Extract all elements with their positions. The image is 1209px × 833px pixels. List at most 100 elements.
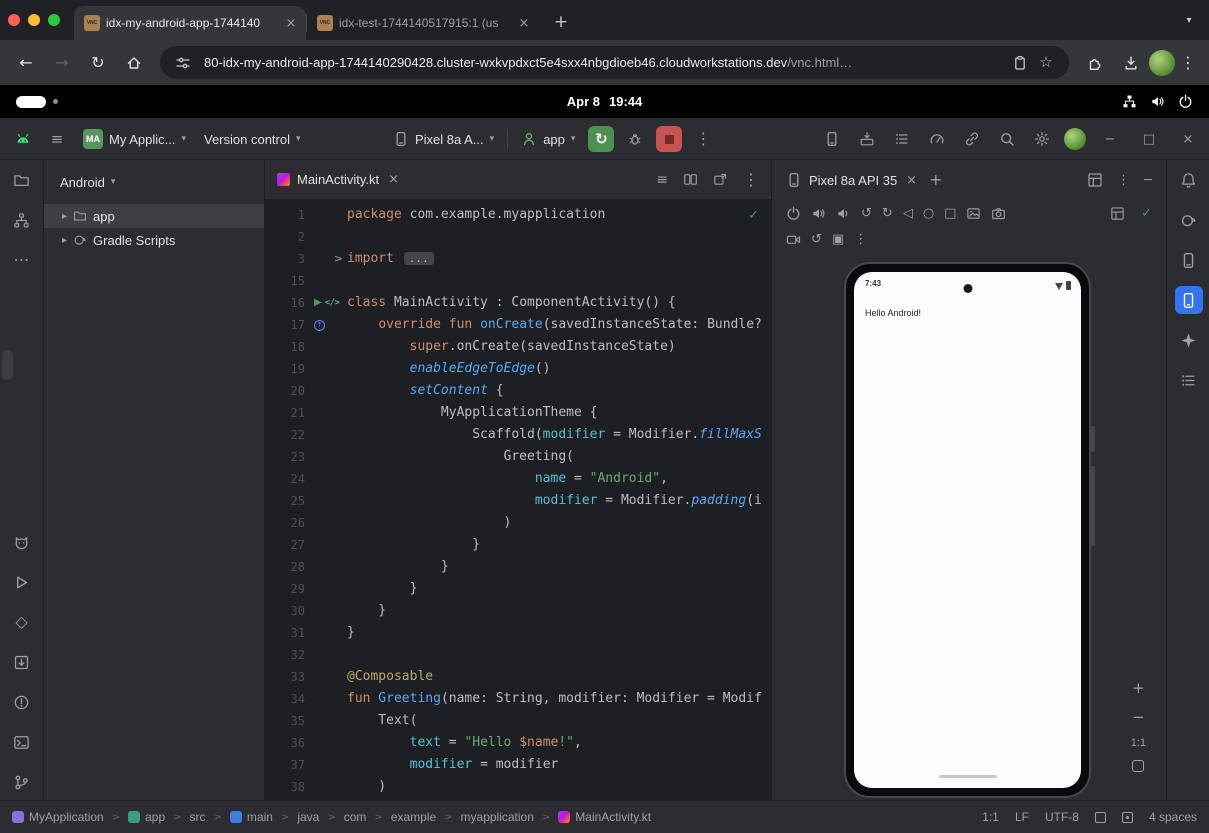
readonly-icon[interactable] [1095,812,1106,823]
device-manager-icon[interactable] [824,131,840,147]
notifications-icon[interactable] [1180,172,1197,189]
zoom-out-button[interactable]: − [1132,708,1145,726]
screen-record-icon[interactable] [786,232,801,247]
run-gutter-icon[interactable]: ▶ [314,292,322,314]
volume-down-icon[interactable] [836,206,851,221]
stop-button[interactable] [656,126,682,152]
add-device-tab-icon[interactable]: + [929,172,942,188]
open-tabs-list-icon[interactable]: ≡ [656,173,668,187]
panel-layout-icon[interactable] [1087,172,1103,188]
line-number[interactable]: 26 [265,512,305,534]
compose-preview-icon[interactable]: </> [325,292,340,314]
forward-button[interactable]: → [46,47,78,79]
site-settings-icon[interactable] [170,55,196,71]
panel-options-icon[interactable]: ⋮ [1117,174,1130,187]
breadcrumb-item[interactable]: MyApplication [12,810,104,824]
line-number[interactable]: 36 [265,732,305,754]
app-inspection-icon[interactable] [13,654,30,671]
line-number[interactable]: 34 [265,688,305,710]
running-devices-icon[interactable] [1175,286,1203,314]
gradle-icon[interactable] [1180,212,1197,229]
breadcrumb-item[interactable]: example [391,810,436,824]
home-icon[interactable]: ○ [923,207,934,220]
line-number[interactable]: 22 [265,424,305,446]
hide-panel-icon[interactable]: ─ [1144,174,1152,187]
project-tree-item[interactable]: ▸app [44,204,264,228]
network-icon[interactable] [1122,94,1137,109]
overview-icon[interactable]: □ [944,207,956,220]
line-number[interactable]: 32 [265,644,305,666]
line-separator[interactable]: LF [1015,810,1029,824]
copy-link-icon[interactable] [1007,55,1033,71]
device-screen[interactable]: 7:43 Hello Android! [854,272,1081,788]
split-editor-icon[interactable] [683,172,698,187]
inspections-ok-icon[interactable]: ✓ [748,208,759,223]
build-variants-icon[interactable] [894,131,910,147]
zoom-window-button[interactable] [48,14,60,26]
main-menu-icon[interactable]: ≡ [44,126,70,152]
rotate-right-icon[interactable]: ↻ [882,207,893,220]
reload-button[interactable]: ↻ [82,47,114,79]
close-tab-icon[interactable]: × [388,173,399,186]
breadcrumb-item[interactable]: MainActivity.kt [558,810,651,824]
problems-icon[interactable] [13,694,30,711]
address-bar[interactable]: 80-idx-my-android-app-1744140290428.clus… [160,46,1069,79]
device-tab[interactable]: Pixel 8a API 35 × [786,172,917,188]
zoom-in-button[interactable]: + [1132,679,1145,697]
deploy-check-icon[interactable]: ✓ [1141,207,1152,220]
line-number[interactable]: 31 [265,622,305,644]
line-number[interactable]: 23 [265,446,305,468]
debug-button[interactable] [622,126,648,152]
indent-setting[interactable]: 4 spaces [1149,810,1197,824]
more-icon[interactable]: ⋮ [854,233,867,246]
project-icon[interactable] [13,172,30,189]
device-reset-icon[interactable]: ↺ [811,233,822,246]
browser-menu-icon[interactable]: ⋮ [1175,55,1201,71]
line-number[interactable]: 2 [265,226,305,248]
line-number[interactable]: 18 [265,336,305,358]
sdk-manager-icon[interactable] [859,131,875,147]
desktop-clock[interactable]: Apr 819:44 [0,94,1209,109]
layout-inspector-icon[interactable] [1110,206,1125,221]
version-control-icon[interactable] [13,774,30,791]
line-number[interactable]: 33 [265,666,305,688]
settings-icon[interactable] [1034,131,1050,147]
gesture-navigation-bar[interactable] [939,775,997,778]
rerun-app-button[interactable]: ↻ [588,126,614,152]
breadcrumb-item[interactable]: app [128,810,165,824]
tab-search-button[interactable]: ▾ [1177,9,1201,33]
terminal-icon[interactable] [13,734,30,751]
device-manager-icon[interactable] [1180,252,1197,269]
line-number[interactable]: 28 [265,556,305,578]
logcat-icon[interactable] [13,534,30,551]
bookmark-star-icon[interactable]: ☆ [1033,55,1059,70]
line-number[interactable]: 30 [265,600,305,622]
line-number[interactable]: 37 [265,754,305,776]
search-icon[interactable] [999,131,1015,147]
profiler-icon[interactable] [929,131,945,147]
app-quality-insights-icon[interactable]: ◇ [15,614,27,630]
downloads-icon[interactable] [1115,47,1147,79]
line-number[interactable]: 27 [265,534,305,556]
line-number[interactable]: 21 [265,402,305,424]
line-number[interactable]: 20 [265,380,305,402]
project-tree-item[interactable]: ▸Gradle Scripts [44,228,264,252]
back-button[interactable]: ← [10,47,42,79]
line-number[interactable]: 15 [265,270,305,292]
breadcrumb-item[interactable]: myapplication [461,810,534,824]
more-tool-windows-icon[interactable]: ⋯ [14,252,30,268]
project-view-selector[interactable]: Android ▾ [44,168,264,196]
breadcrumb-item[interactable]: java [297,810,319,824]
browser-tab[interactable]: VNCidx-my-android-app-1744140× [74,6,306,40]
ide-close-button[interactable]: × [1173,124,1203,154]
line-number[interactable]: 17 [265,314,305,336]
tab-close-icon[interactable]: × [515,14,533,32]
line-number[interactable]: 19 [265,358,305,380]
line-number[interactable]: 38 [265,776,305,798]
breadcrumb-item[interactable]: src [190,810,206,824]
device-selector[interactable]: Pixel 8a A... ▾ [388,124,499,154]
home-button[interactable] [118,47,150,79]
zoom-to-fit-button[interactable] [1132,760,1144,772]
profile-avatar[interactable] [1149,50,1175,76]
close-window-button[interactable] [8,14,20,26]
